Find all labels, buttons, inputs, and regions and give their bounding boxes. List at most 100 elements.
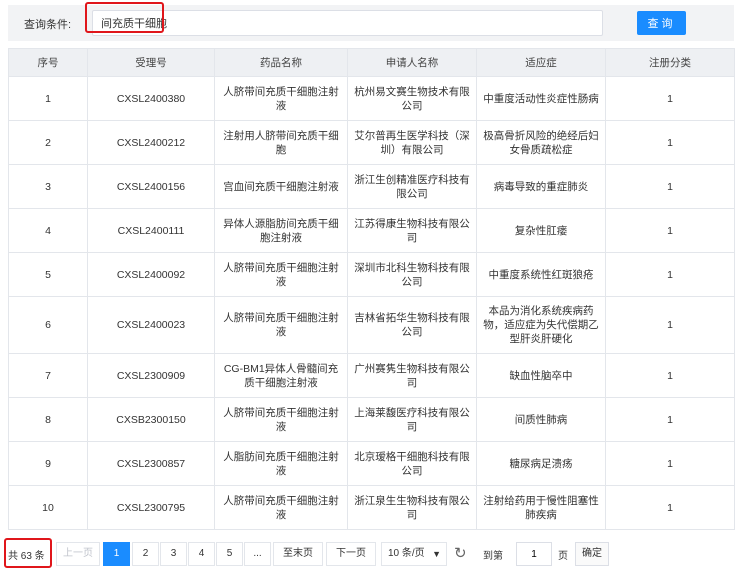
page-button-4[interactable]: 4 — [188, 542, 215, 566]
cell-drug-name: 异体人源脂肪间充质干细胞注射液 — [214, 208, 348, 253]
query-label: 查询条件: — [24, 19, 72, 31]
cell-acceptance-no: CXSL2300857 — [87, 441, 215, 486]
last-page-button[interactable]: 至末页 — [273, 542, 323, 566]
cell-reg-class: 1 — [605, 353, 735, 398]
table-row: 2 CXSL2400212 注射用人脐带间充质干细胞 艾尔普再生医学科技（深圳）… — [8, 120, 735, 165]
pagination: 共 63 条 上一页 1 2 3 4 5 ... 至末页 下一页 10 条/页 … — [4, 538, 734, 568]
cell-indication: 间质性肺病 — [476, 397, 606, 442]
cell-applicant: 吉林省拓华生物科技有限公司 — [347, 296, 477, 354]
cell-drug-name: 宫血间充质干细胞注射液 — [214, 164, 348, 209]
col-header-indication: 适应症 — [476, 48, 606, 77]
cell-reg-class: 1 — [605, 441, 735, 486]
cell-index: 1 — [8, 76, 88, 121]
cell-index: 8 — [8, 397, 88, 442]
cell-indication: 中重度系统性红斑狼疮 — [476, 252, 606, 297]
cell-reg-class: 1 — [605, 76, 735, 121]
cell-indication: 中重度活动性炎症性肠病 — [476, 76, 606, 121]
cell-indication: 注射给药用于慢性阻塞性肺疾病 — [476, 485, 606, 530]
cell-reg-class: 1 — [605, 120, 735, 165]
cell-applicant: 江苏得康生物科技有限公司 — [347, 208, 477, 253]
goto-label: 到第 — [483, 551, 503, 562]
col-header-index: 序号 — [8, 48, 88, 77]
cell-index: 2 — [8, 120, 88, 165]
table-row: 6 CXSL2400023 人脐带间充质干细胞注射液 吉林省拓华生物科技有限公司… — [8, 296, 735, 354]
cell-index: 10 — [8, 485, 88, 530]
table-header-row: 序号 受理号 药品名称 申请人名称 适应症 注册分类 — [8, 48, 735, 77]
goto-page-input[interactable] — [516, 542, 552, 566]
cell-drug-name: 人脐带间充质干细胞注射液 — [214, 252, 348, 297]
results-table: 序号 受理号 药品名称 申请人名称 适应症 注册分类 1 CXSL2400380… — [8, 48, 735, 530]
table-row: 3 CXSL2400156 宫血间充质干细胞注射液 浙江生创精准医疗科技有限公司… — [8, 164, 735, 209]
col-header-reg-class: 注册分类 — [605, 48, 735, 77]
cell-index: 4 — [8, 208, 88, 253]
cell-applicant: 上海莱馥医疗科技有限公司 — [347, 397, 477, 442]
cell-indication: 复杂性肛瘘 — [476, 208, 606, 253]
cell-acceptance-no: CXSL2300795 — [87, 485, 215, 530]
confirm-button[interactable]: 确定 — [575, 542, 609, 566]
cell-applicant: 浙江生创精准医疗科技有限公司 — [347, 164, 477, 209]
cell-reg-class: 1 — [605, 397, 735, 442]
cell-drug-name: 人脐带间充质干细胞注射液 — [214, 485, 348, 530]
chevron-down-icon: ▼ — [432, 549, 441, 559]
page-unit-label: 页 — [558, 551, 568, 562]
search-button[interactable]: 查询 — [637, 11, 686, 35]
search-input[interactable] — [92, 10, 603, 36]
cell-indication: 糖尿病足溃疡 — [476, 441, 606, 486]
cell-acceptance-no: CXSB2300150 — [87, 397, 215, 442]
col-header-acceptance-no: 受理号 — [87, 48, 215, 77]
cell-acceptance-no: CXSL2400092 — [87, 252, 215, 297]
refresh-icon[interactable]: ↻ — [454, 544, 467, 562]
page-button-2[interactable]: 2 — [132, 542, 159, 566]
cell-reg-class: 1 — [605, 208, 735, 253]
cell-acceptance-no: CXSL2400380 — [87, 76, 215, 121]
table-row: 7 CXSL2300909 CG-BM1异体人骨髓间充质干细胞注射液 广州赛隽生… — [8, 353, 735, 398]
prev-page-button[interactable]: 上一页 — [56, 542, 100, 566]
total-count: 共 63 条 — [8, 551, 45, 562]
cell-indication: 缺血性脑卒中 — [476, 353, 606, 398]
cell-index: 6 — [8, 296, 88, 354]
table-row: 8 CXSB2300150 人脐带间充质干细胞注射液 上海莱馥医疗科技有限公司 … — [8, 397, 735, 442]
cell-index: 3 — [8, 164, 88, 209]
cell-acceptance-no: CXSL2400156 — [87, 164, 215, 209]
page-ellipsis[interactable]: ... — [244, 542, 271, 566]
cell-acceptance-no: CXSL2400212 — [87, 120, 215, 165]
table-row: 10 CXSL2300795 人脐带间充质干细胞注射液 浙江泉生生物科技有限公司… — [8, 485, 735, 530]
page-button-3[interactable]: 3 — [160, 542, 187, 566]
page-button-5[interactable]: 5 — [216, 542, 243, 566]
cell-drug-name: 人脂肪间充质干细胞注射液 — [214, 441, 348, 486]
page-size-value: 10 条/页 — [388, 548, 425, 559]
cell-applicant: 广州赛隽生物科技有限公司 — [347, 353, 477, 398]
table-row: 1 CXSL2400380 人脐带间充质干细胞注射液 杭州易文赛生物技术有限公司… — [8, 76, 735, 121]
cell-drug-name: 注射用人脐带间充质干细胞 — [214, 120, 348, 165]
page-button-1[interactable]: 1 — [103, 542, 130, 566]
table-row: 5 CXSL2400092 人脐带间充质干细胞注射液 深圳市北科生物科技有限公司… — [8, 252, 735, 297]
cell-applicant: 浙江泉生生物科技有限公司 — [347, 485, 477, 530]
cell-index: 9 — [8, 441, 88, 486]
cell-indication: 极高骨折风险的绝经后妇女骨质疏松症 — [476, 120, 606, 165]
cell-indication: 病毒导致的重症肺炎 — [476, 164, 606, 209]
cell-acceptance-no: CXSL2400023 — [87, 296, 215, 354]
cell-drug-name: 人脐带间充质干细胞注射液 — [214, 296, 348, 354]
cell-applicant: 杭州易文赛生物技术有限公司 — [347, 76, 477, 121]
table-row: 9 CXSL2300857 人脂肪间充质干细胞注射液 北京瑷格干细胞科技有限公司… — [8, 441, 735, 486]
col-header-drug-name: 药品名称 — [214, 48, 348, 77]
table-row: 4 CXSL2400111 异体人源脂肪间充质干细胞注射液 江苏得康生物科技有限… — [8, 208, 735, 253]
cell-applicant: 北京瑷格干细胞科技有限公司 — [347, 441, 477, 486]
cell-drug-name: 人脐带间充质干细胞注射液 — [214, 397, 348, 442]
cell-acceptance-no: CXSL2300909 — [87, 353, 215, 398]
cell-reg-class: 1 — [605, 252, 735, 297]
cell-reg-class: 1 — [605, 164, 735, 209]
col-header-applicant: 申请人名称 — [347, 48, 477, 77]
page-size-select[interactable]: 10 条/页 ▼ — [381, 542, 447, 566]
cell-applicant: 深圳市北科生物科技有限公司 — [347, 252, 477, 297]
next-page-button[interactable]: 下一页 — [326, 542, 376, 566]
cell-drug-name: CG-BM1异体人骨髓间充质干细胞注射液 — [214, 353, 348, 398]
cell-drug-name: 人脐带间充质干细胞注射液 — [214, 76, 348, 121]
query-bar: 查询条件: 查询 — [8, 5, 734, 41]
cell-reg-class: 1 — [605, 485, 735, 530]
cell-applicant: 艾尔普再生医学科技（深圳）有限公司 — [347, 120, 477, 165]
cell-index: 7 — [8, 353, 88, 398]
cell-reg-class: 1 — [605, 296, 735, 354]
cell-indication: 本品为消化系统疾病药物，适应症为失代偿期乙型肝炎肝硬化 — [476, 296, 606, 354]
cell-acceptance-no: CXSL2400111 — [87, 208, 215, 253]
